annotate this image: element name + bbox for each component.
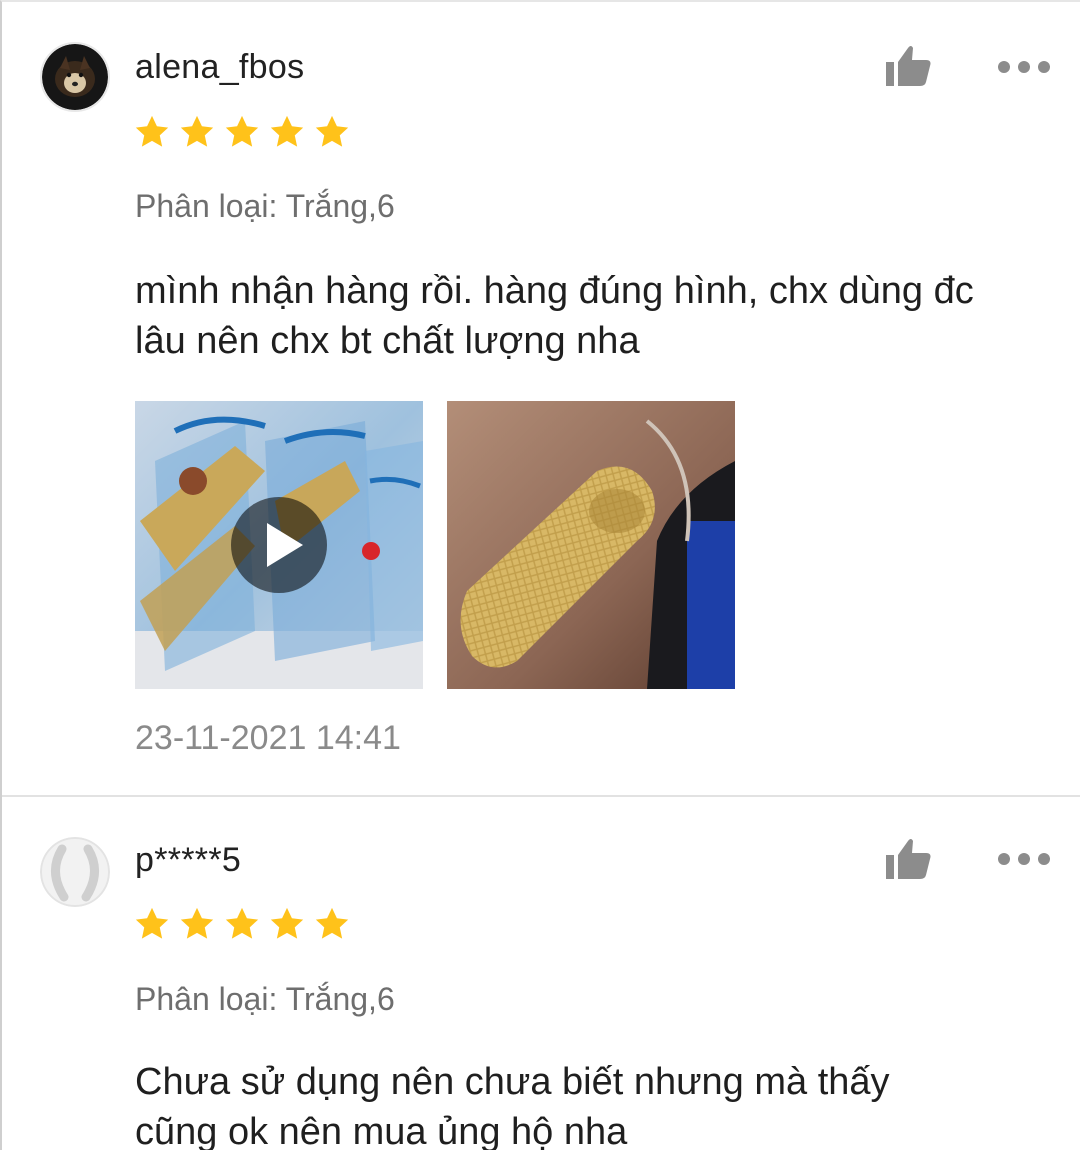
- star-icon: [270, 907, 304, 939]
- star-icon: [225, 907, 259, 939]
- variant-label: Phân loại: Trắng,6: [135, 188, 395, 224]
- comment-line: cũng ok nên mua ủng hộ nha: [135, 1111, 628, 1150]
- username[interactable]: p*****5: [135, 841, 241, 880]
- review-video-thumbnail[interactable]: [135, 401, 423, 689]
- star-icon: [180, 115, 214, 147]
- star-rating: [133, 113, 351, 151]
- star-icon: [315, 115, 349, 147]
- username[interactable]: alena_fbos: [135, 48, 304, 87]
- review-date: 23-11-2021 14:41: [135, 719, 401, 757]
- comment-line: mình nhận hàng rồi. hàng đúng hình, chx …: [135, 270, 974, 312]
- avatar[interactable]: [40, 837, 110, 907]
- star-rating: [133, 905, 351, 943]
- star-icon: [225, 115, 259, 147]
- star-icon: [135, 907, 169, 939]
- reviews-page: alena_fbos Phân loại: Trắng,6 mình nhận …: [0, 0, 1080, 1150]
- default-avatar-icon: [40, 837, 110, 907]
- star-icon: [315, 907, 349, 939]
- star-icon: [270, 115, 304, 147]
- review-item: alena_fbos Phân loại: Trắng,6 mình nhận …: [2, 2, 1080, 797]
- avatar[interactable]: [40, 42, 110, 112]
- more-dots-icon[interactable]: [996, 57, 1052, 77]
- review-comment: Chưa sử dụng nên chưa biết nhưng mà thấy…: [135, 1057, 1055, 1150]
- comment-line: Chưa sử dụng nên chưa biết nhưng mà thấy: [135, 1061, 890, 1103]
- photo-image: [447, 401, 735, 689]
- thumbs-up-icon[interactable]: [884, 837, 934, 881]
- variant-label: Phân loại: Trắng,6: [135, 981, 395, 1017]
- comment-line: lâu nên chx bt chất lượng nha: [135, 320, 640, 362]
- more-dots-icon[interactable]: [996, 849, 1052, 869]
- review-comment: mình nhận hàng rồi. hàng đúng hình, chx …: [135, 266, 1055, 366]
- star-icon: [135, 115, 169, 147]
- star-icon: [180, 907, 214, 939]
- avatar-image: [42, 44, 108, 110]
- review-photo[interactable]: [447, 401, 735, 689]
- review-item: p*****5 Phân loại: Trắng,6 Chưa sử dụng …: [2, 799, 1080, 1150]
- thumbs-up-icon[interactable]: [884, 44, 934, 88]
- video-thumbnail-image: [135, 401, 423, 689]
